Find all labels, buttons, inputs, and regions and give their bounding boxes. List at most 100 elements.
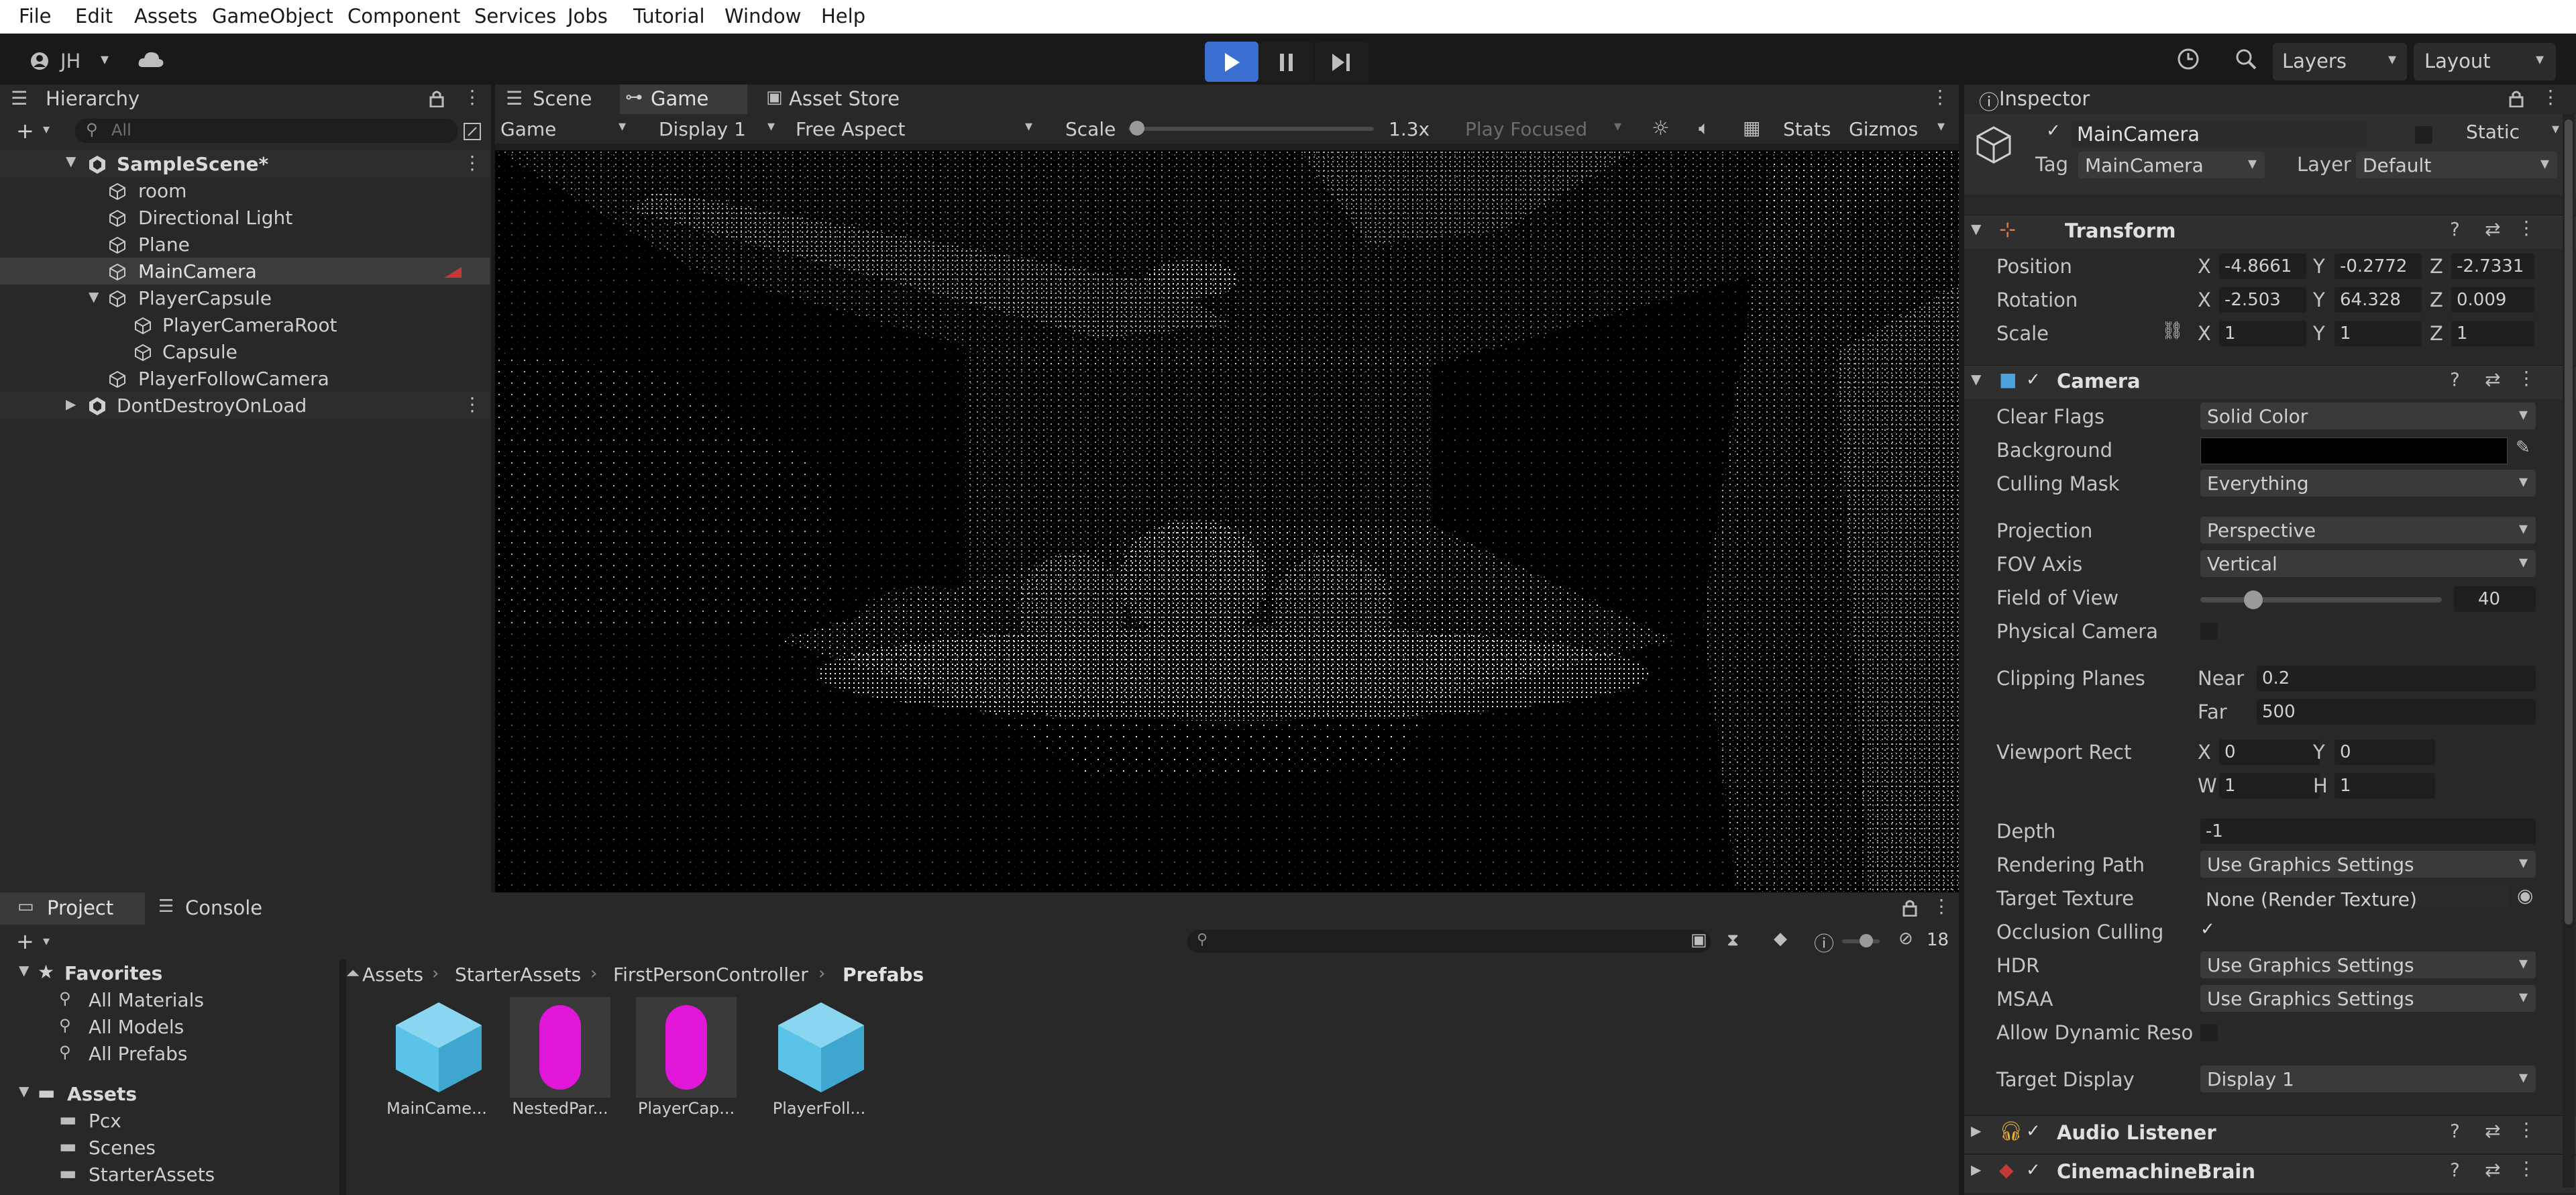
tab-scene[interactable]: ☰ Scene xyxy=(495,85,616,114)
physical-camera-checkbox[interactable] xyxy=(2200,623,2218,640)
enabled-checkmark-icon[interactable]: ✓ xyxy=(2026,1160,2041,1180)
position-y-field[interactable]: -0.2772 xyxy=(2334,254,2422,279)
breadcrumb-prefabs[interactable]: Prefabs xyxy=(843,964,924,986)
scene-view-search-icon[interactable] xyxy=(463,122,482,141)
more-options-icon[interactable]: ⋮ xyxy=(463,393,482,415)
lock-icon[interactable] xyxy=(2509,90,2524,107)
breadcrumb-firstpersoncontroller[interactable]: FirstPersonController xyxy=(613,964,808,986)
far-field[interactable]: 500 xyxy=(2257,699,2536,725)
lock-icon[interactable] xyxy=(1902,899,1917,917)
scale-slider-handle[interactable] xyxy=(1130,121,1144,136)
eyedropper-icon[interactable]: ✎ xyxy=(2516,437,2530,458)
folder-starterassets[interactable]: ▬ StarterAssets xyxy=(0,1161,335,1188)
help-icon[interactable]: ? xyxy=(2450,1159,2460,1181)
fov-axis-dropdown[interactable]: Vertical xyxy=(2200,550,2536,577)
more-options-icon[interactable]: ⋮ xyxy=(2517,1119,2536,1141)
game-render-point-cloud[interactable] xyxy=(495,150,1959,955)
menu-assets[interactable]: Assets xyxy=(134,5,197,28)
tab-hierarchy[interactable]: Hierarchy xyxy=(46,87,140,110)
viewport-y-field[interactable]: 0 xyxy=(2334,739,2435,765)
aspect-dropdown[interactable]: Free Aspect ▾ xyxy=(790,114,1052,144)
layout-dropdown[interactable]: Layout ▾ xyxy=(2414,43,2556,81)
asset-item-maincamera[interactable]: MainCame... xyxy=(380,997,494,1125)
add-icon[interactable]: + xyxy=(16,118,34,144)
menu-help[interactable]: Help xyxy=(821,5,865,28)
viewport-h-field[interactable]: 1 xyxy=(2334,773,2435,798)
more-options-icon[interactable]: ⋮ xyxy=(2541,86,2560,108)
inspector-scrollbar[interactable] xyxy=(2563,114,2575,1188)
add-icon[interactable]: + xyxy=(16,929,34,954)
project-search-input[interactable]: ⚲ xyxy=(1187,930,1711,953)
depth-field[interactable]: -1 xyxy=(2200,819,2536,844)
chevron-down-icon[interactable]: ▾ xyxy=(1937,118,1945,135)
search-icon[interactable] xyxy=(2234,47,2258,71)
msaa-dropdown[interactable]: Use Graphics Settings xyxy=(2200,985,2536,1012)
more-options-icon[interactable]: ⋮ xyxy=(2517,367,2536,389)
splitter[interactable] xyxy=(491,85,495,892)
dontdestroy-scene-row[interactable]: ▶ DontDestroyOnLoad ⋮ xyxy=(0,392,490,419)
menu-services[interactable]: Services xyxy=(474,5,556,28)
position-x-field[interactable]: -4.8661 xyxy=(2219,254,2306,279)
transform-header[interactable]: ▼ ⊹ Transform ? ⇄ ⋮ xyxy=(1964,215,2576,249)
background-color-swatch[interactable] xyxy=(2200,437,2508,464)
hierarchy-search-input[interactable]: ⚲ All xyxy=(75,119,458,143)
cloud-icon[interactable] xyxy=(138,50,164,68)
inspector-scrollbar-thumb[interactable] xyxy=(2565,119,2573,925)
splitter[interactable] xyxy=(1959,85,1964,1195)
tab-project[interactable]: ▭ Project xyxy=(0,892,145,925)
breadcrumb-assets[interactable]: Assets xyxy=(362,964,423,986)
game-mode-dropdown[interactable]: Game ▾ xyxy=(495,114,643,144)
more-options-icon[interactable]: ⋮ xyxy=(2517,1157,2536,1180)
hierarchy-item-playercapsule[interactable]: ▼ PlayerCapsule xyxy=(0,284,490,311)
filter-icon[interactable]: ⧗ xyxy=(1727,930,1739,951)
hierarchy-item-directional-light[interactable]: Directional Light xyxy=(0,204,490,231)
assets-root-row[interactable]: ▼ ▬ Assets xyxy=(0,1080,335,1107)
camera-header[interactable]: ▼ ■ ✓ Camera ? ⇄ ⋮ xyxy=(1964,365,2576,399)
menu-component[interactable]: Component xyxy=(347,5,460,28)
occlusion-checkmark-icon[interactable]: ✓ xyxy=(2200,919,2215,939)
layers-dropdown[interactable]: Layers ▾ xyxy=(2273,43,2407,81)
object-picker-icon[interactable]: ◉ xyxy=(2517,884,2533,906)
near-field[interactable]: 0.2 xyxy=(2257,666,2536,691)
breadcrumb-starterassets[interactable]: StarterAssets xyxy=(455,964,581,986)
cinemachine-brain-header[interactable]: ▶ ◆ ✓ CinemachineBrain ? ⇄ ⋮ xyxy=(1964,1154,2576,1192)
project-tree-scrollbar[interactable] xyxy=(339,959,346,1195)
scale-y-field[interactable]: 1 xyxy=(2334,321,2422,346)
grid-icon[interactable]: ▦ xyxy=(1743,117,1760,139)
more-options-icon[interactable]: ⋮ xyxy=(2517,217,2536,239)
lock-icon[interactable] xyxy=(429,90,444,107)
hdr-dropdown[interactable]: Use Graphics Settings xyxy=(2200,951,2536,978)
gizmos-button[interactable]: Gizmos xyxy=(1849,118,1918,140)
target-texture-field[interactable]: None (Render Texture) xyxy=(2200,886,2509,911)
scene-row[interactable]: ▼ SampleScene* ⋮ xyxy=(0,150,490,177)
position-z-field[interactable]: -2.7331 xyxy=(2451,254,2534,279)
bug-icon[interactable]: ☼ xyxy=(1652,117,1670,140)
label-tag-icon[interactable]: ◆ xyxy=(1774,929,1787,949)
viewport-x-field[interactable]: 0 xyxy=(2219,739,2320,765)
account-button[interactable]: JH ▾ xyxy=(20,43,121,79)
rendering-path-dropdown[interactable]: Use Graphics Settings xyxy=(2200,851,2536,878)
tab-game[interactable]: ⊶ Game xyxy=(620,85,747,114)
asset-item-playerfollowcamera[interactable]: PlayerFoll... xyxy=(762,997,876,1125)
audio-listener-header[interactable]: ▶ 🎧︎ ✓ Audio Listener ? ⇄ ⋮ xyxy=(1964,1115,2576,1153)
layer-dropdown[interactable]: Default xyxy=(2356,152,2557,178)
expand-arrow-icon[interactable]: ▼ xyxy=(89,289,99,305)
object-name-input[interactable]: MainCamera xyxy=(2072,121,2367,148)
play-focused-dropdown[interactable]: Play Focused ▾ xyxy=(1465,114,1637,144)
constrain-proportions-link-icon[interactable]: ⛓ xyxy=(2161,321,2184,341)
menu-file[interactable]: File xyxy=(19,5,52,28)
pause-button[interactable] xyxy=(1260,42,1313,82)
menu-window[interactable]: Window xyxy=(724,5,801,28)
stats-button[interactable]: Stats xyxy=(1783,118,1831,140)
favorite-all-models[interactable]: ⚲ All Models xyxy=(0,1013,335,1040)
enabled-checkmark-icon[interactable]: ✓ xyxy=(2026,1121,2041,1141)
display-dropdown[interactable]: Display 1 ▾ xyxy=(653,114,788,144)
play-button[interactable] xyxy=(1205,42,1258,82)
menu-jobs[interactable]: Jobs xyxy=(568,5,608,28)
tab-inspector[interactable]: Inspector xyxy=(1999,87,2090,110)
hierarchy-item-room[interactable]: room xyxy=(0,177,490,204)
search-by-type-icon[interactable]: ▣ xyxy=(1690,930,1707,950)
projection-dropdown[interactable]: Perspective xyxy=(2200,517,2536,543)
asset-item-playercapsule[interactable]: PlayerCap... xyxy=(636,997,737,1125)
favorites-row[interactable]: ▼ ★ Favorites xyxy=(0,959,335,986)
